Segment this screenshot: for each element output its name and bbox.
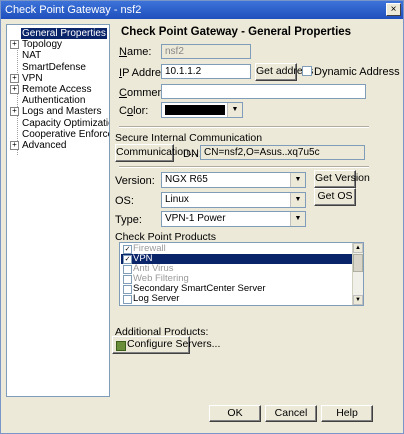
expand-plus-icon[interactable]: + [10, 40, 19, 50]
tree-guide-line [17, 45, 18, 155]
ok-button[interactable]: OK [209, 405, 261, 422]
comment-field[interactable] [161, 84, 366, 99]
chevron-down-icon: ▼ [227, 103, 242, 117]
color-swatch [165, 105, 225, 115]
dynamic-address-checkbox[interactable] [302, 66, 312, 76]
checkbox-icon[interactable] [123, 275, 132, 284]
configure-servers-button[interactable]: Configure Servers... [112, 336, 220, 354]
dn-field: CN=nsf2,O=Asus..xq7u5c [200, 145, 365, 160]
name-label: Name: [119, 46, 152, 58]
tree-item-label: Remote Access [22, 84, 92, 95]
chevron-down-icon: ▼ [290, 193, 305, 207]
product-item[interactable]: ✓ Firewall [121, 244, 353, 254]
tree-item-label: SmartDefense [22, 61, 86, 73]
type-value: VPN-1 Power [165, 213, 226, 224]
color-select[interactable]: ▼ [161, 102, 243, 118]
tree-item-label: NAT [22, 50, 42, 62]
tree-item-label: General Properties [21, 28, 107, 39]
divider [119, 126, 369, 128]
help-button[interactable]: Help [321, 405, 373, 422]
sic-section-title: Secure Internal Communication [115, 132, 263, 144]
configure-servers-label: Configure Servers... [127, 338, 221, 350]
product-item[interactable]: Log Server [121, 294, 353, 304]
version-value: NGX R65 [165, 174, 208, 185]
os-select[interactable]: Linux ▼ [161, 192, 306, 208]
scroll-down-icon[interactable]: ▼ [353, 295, 363, 305]
chevron-down-icon: ▼ [290, 173, 305, 187]
checked-checkbox-icon[interactable]: ✓ [123, 245, 132, 254]
get-address-button[interactable]: Get address [255, 63, 313, 81]
get-os-label: Get OS [317, 190, 353, 202]
chevron-down-icon: ▼ [290, 212, 305, 226]
expand-plus-icon[interactable]: + [10, 85, 19, 94]
close-button[interactable]: × [386, 3, 401, 16]
cancel-label: Cancel [274, 407, 308, 419]
name-field[interactable]: nsf2 [161, 44, 251, 59]
tree-item-label: Logs and Masters [22, 106, 102, 118]
cancel-button[interactable]: Cancel [265, 405, 317, 422]
ok-label: OK [227, 407, 243, 419]
page-title: Check Point Gateway - General Properties [121, 26, 352, 38]
get-version-label: Get Version [315, 172, 370, 184]
tree-item-label: Cooperative Enforcem [22, 128, 109, 140]
dialog-window: Check Point Gateway - nsf2 × General Pro… [0, 0, 404, 434]
color-label: Color: [119, 105, 149, 117]
checkbox-icon[interactable] [123, 295, 132, 304]
divider [119, 166, 369, 168]
tree-item-label: Authentication [22, 95, 86, 107]
scroll-thumb[interactable] [353, 254, 363, 272]
os-label: OS: [115, 195, 134, 207]
version-label: Version: [115, 175, 155, 187]
checkbox-icon[interactable] [123, 285, 132, 294]
ip-address-field[interactable]: 10.1.1.2 [161, 64, 251, 79]
checked-checkbox-icon[interactable]: ✓ [123, 255, 132, 264]
help-label: Help [336, 407, 358, 419]
communication-button[interactable]: Communication... [115, 144, 198, 162]
expand-plus-icon[interactable]: + [10, 107, 19, 117]
tree-item-label: Advanced [22, 140, 67, 151]
version-select[interactable]: NGX R65 ▼ [161, 172, 306, 188]
expand-plus-icon[interactable]: + [10, 141, 19, 150]
type-select[interactable]: VPN-1 Power ▼ [161, 211, 306, 227]
close-icon: × [390, 4, 397, 15]
scroll-up-icon[interactable]: ▲ [353, 243, 363, 253]
category-tree: General Properties + Topology NAT SmartDefen… [6, 24, 110, 397]
tree-item-label: Capacity Optimization [22, 117, 110, 129]
title-bar[interactable]: Check Point Gateway - nsf2 × [1, 1, 403, 19]
expand-plus-icon[interactable]: + [10, 73, 19, 83]
window-title: Check Point Gateway - nsf2 [5, 4, 142, 16]
checkbox-icon[interactable] [123, 265, 132, 274]
products-list[interactable]: ✓ Firewall ✓ VPN Anti Virus Web Filtering Seco… [119, 242, 364, 306]
get-os-button[interactable]: Get OS [314, 188, 356, 206]
tree-item-label: VPN [22, 72, 43, 84]
get-version-button[interactable]: Get Version [314, 170, 370, 188]
server-icon [116, 341, 126, 351]
dynamic-address-label: Dynamic Address [314, 66, 400, 78]
products-scrollbar[interactable]: ▲ ▼ [352, 243, 363, 305]
type-label: Type: [115, 214, 142, 226]
os-value: Linux [165, 194, 189, 205]
tree-item-label: Topology [22, 39, 63, 51]
product-item-label: Log Server [133, 293, 180, 304]
